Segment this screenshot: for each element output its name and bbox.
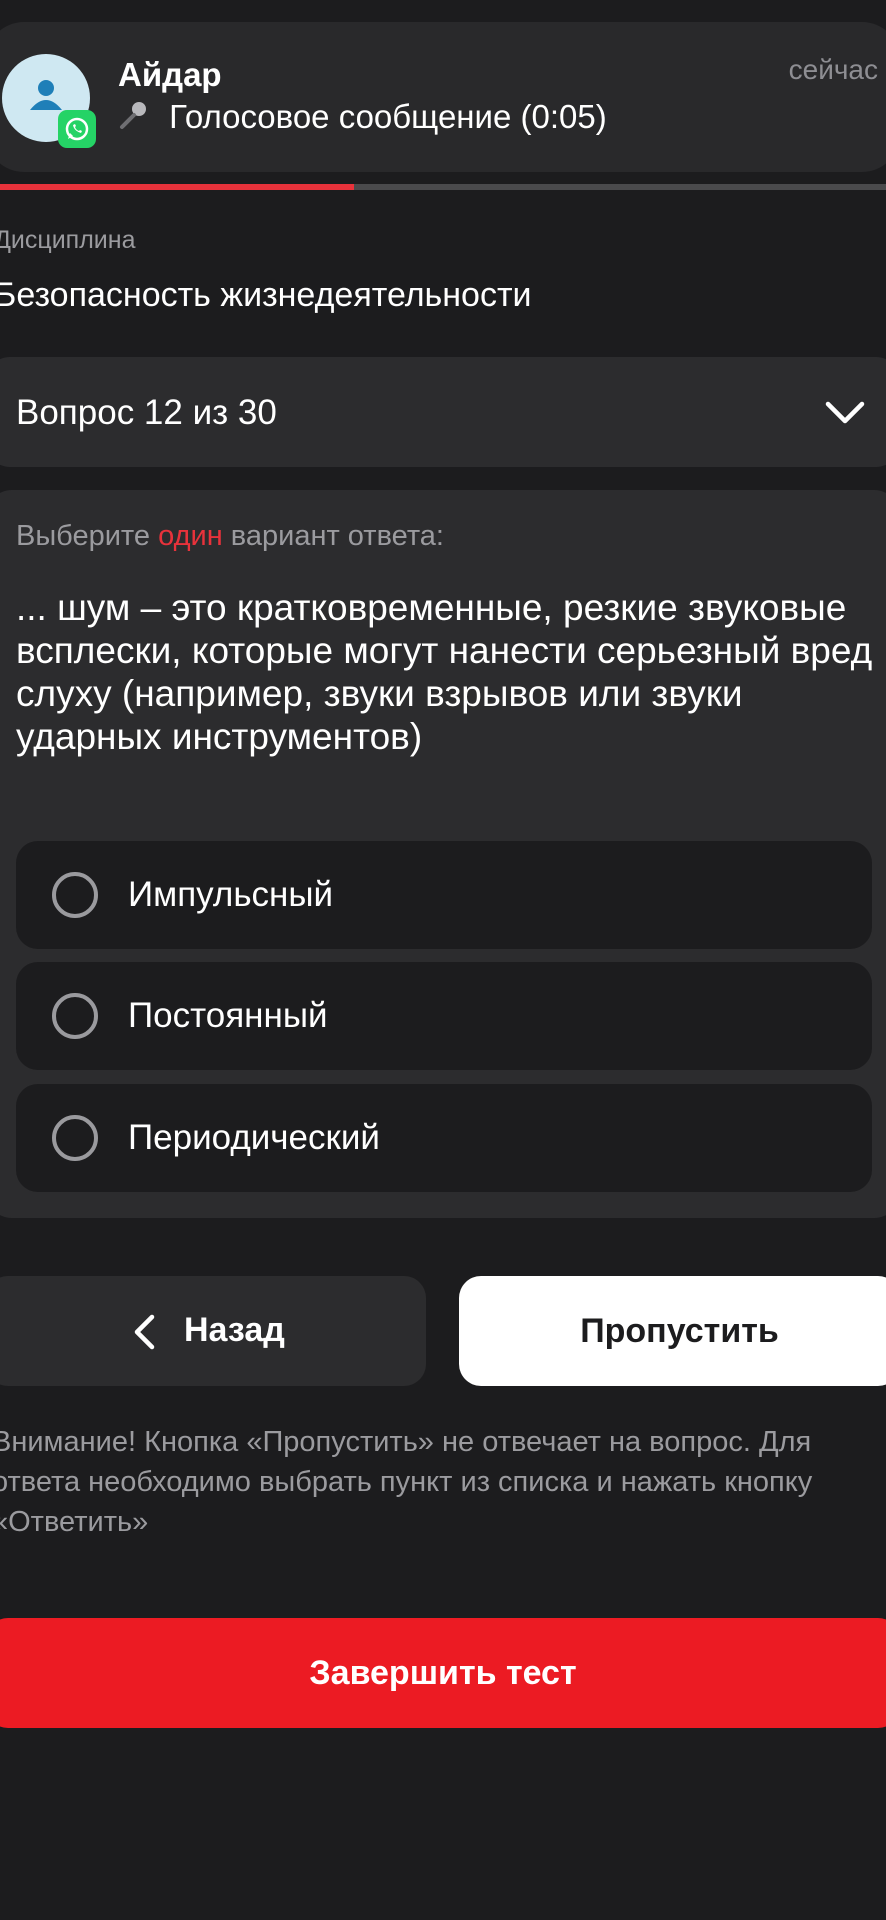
microphone-icon [116, 98, 159, 135]
progress-bar-fill [0, 184, 355, 190]
notification-sender: Айдар [118, 56, 222, 93]
whatsapp-icon [58, 110, 96, 148]
discipline-label: Дисциплина [0, 226, 136, 254]
notification-message-text: Голосовое сообщение (0:05) [169, 98, 607, 135]
question-selector-label: Вопрос 12 из 30 [16, 393, 277, 432]
skip-notice: Внимание! Кнопка «Пропустить» не отвечае… [0, 1426, 813, 1538]
radio-button[interactable] [52, 1115, 98, 1161]
person-icon [30, 80, 62, 110]
chevron-down-icon [825, 401, 865, 424]
notification-message: Голосовое сообщение (0:05) [116, 98, 607, 136]
chevron-left-icon [134, 1314, 155, 1350]
back-button-label: Назад [184, 1311, 285, 1349]
discipline-value: Безопасность жизнедеятельности [0, 276, 532, 314]
back-button[interactable]: Назад [0, 1276, 426, 1386]
answer-option-label: Импульсный [128, 875, 334, 914]
question-card: Выберите один вариант ответа: ... шум – … [0, 490, 886, 1218]
answer-option-label: Периодический [128, 1118, 380, 1157]
radio-button[interactable] [52, 993, 98, 1039]
test-screen: Айдар Голосовое сообщение (0:05) сейчас … [0, 0, 886, 1920]
notification-time: сейчас [788, 54, 878, 85]
message-notification[interactable]: Айдар Голосовое сообщение (0:05) сейчас [0, 22, 886, 172]
skip-button-label: Пропустить [580, 1311, 779, 1350]
progress-bar [0, 184, 886, 190]
instruction-accent: один [158, 520, 223, 552]
answer-option-periodic[interactable]: Периодический [16, 1084, 872, 1192]
answer-instruction: Выберите один вариант ответа: [16, 520, 444, 552]
question-text: ... шум – это кратковременные, резкие зв… [16, 587, 873, 757]
answer-option-constant[interactable]: Постоянный [16, 962, 872, 1070]
answer-option-label: Постоянный [128, 996, 328, 1035]
skip-button[interactable]: Пропустить [459, 1276, 886, 1386]
question-selector[interactable]: Вопрос 12 из 30 [0, 357, 886, 467]
finish-test-button-label: Завершить тест [309, 1653, 577, 1692]
answer-option-impulsive[interactable]: Импульсный [16, 841, 872, 949]
radio-button[interactable] [52, 872, 98, 918]
finish-test-button[interactable]: Завершить тест [0, 1618, 886, 1728]
